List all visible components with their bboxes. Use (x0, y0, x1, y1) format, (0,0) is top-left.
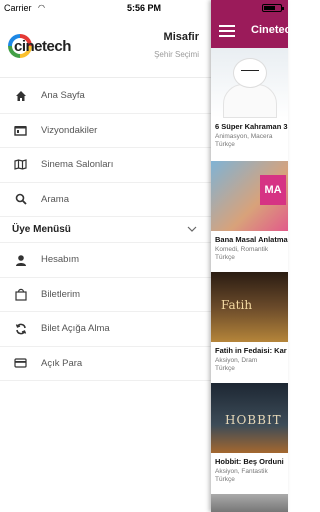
menu-label: Arama (41, 193, 69, 205)
menu-label: Bilet Açığa Alma (41, 323, 110, 335)
poster-title: HOBBIT (225, 413, 282, 427)
status-bar: Carrier ◠ 5:56 PM (0, 0, 288, 16)
movie-poster[interactable] (211, 48, 288, 118)
home-icon (0, 90, 41, 102)
movie-genre: Aksiyon, Fantastik (215, 468, 268, 475)
movie-title: Fatih in Fedaisi: Kar (215, 346, 287, 355)
movie-language: Türkçe (215, 476, 235, 483)
menu-item-tickets[interactable]: Biletlerim (0, 278, 211, 312)
menu-label: Açık Para (41, 357, 83, 369)
drawer-menu: Ana Sayfa Vizyondakiler Sinema Salonları… (0, 79, 211, 381)
hamburger-icon[interactable] (219, 25, 235, 37)
menu-label: Sinema Salonları (41, 159, 114, 171)
refresh-icon (0, 323, 41, 335)
search-icon (0, 193, 41, 205)
menu-item-home[interactable]: Ana Sayfa (0, 79, 211, 114)
drawer-header: cinetech Misafir Şehir Seçimi (0, 16, 211, 78)
film-icon (0, 125, 41, 136)
user-name: Misafir (163, 31, 199, 43)
navigation-drawer: cinetech Misafir Şehir Seçimi Ana Sayfa … (0, 0, 211, 512)
menu-label: Biletlerim (41, 288, 81, 300)
cinetech-logo: cinetech (8, 34, 71, 60)
user-icon (0, 254, 41, 266)
menu-item-open-balance[interactable]: Açık Para (0, 347, 211, 381)
movie-title: Hobbit: Beş Orduni (215, 457, 284, 466)
movie-poster[interactable]: Fatih (211, 272, 288, 342)
content-panel[interactable]: Cinetech 6 Süper Kahraman 3 Animasyon, M… (211, 0, 288, 512)
battery-icon (262, 4, 284, 12)
movie-poster[interactable] (211, 494, 288, 512)
member-menu-title: Üye Menüsü (12, 224, 71, 235)
credit-card-icon (0, 358, 41, 368)
chevron-down-icon (187, 224, 197, 235)
map-icon (0, 159, 41, 171)
logo-text: cinetech (14, 38, 71, 55)
bag-icon (0, 288, 41, 301)
menu-item-account[interactable]: Hesabım (0, 243, 211, 278)
menu-label: Ana Sayfa (41, 90, 85, 102)
movie-title: 6 Süper Kahraman 3 (215, 122, 288, 131)
member-menu-toggle[interactable]: Üye Menüsü (0, 217, 211, 243)
movie-poster[interactable]: MA (211, 161, 288, 231)
menu-item-in-theaters[interactable]: Vizyondakiler (0, 114, 211, 148)
movie-genre: Komedi, Romantik (215, 246, 269, 253)
city-select-link[interactable]: Şehir Seçimi (154, 50, 199, 59)
movie-title: Bana Masal Anlatma (215, 235, 288, 244)
menu-item-ticket-release[interactable]: Bilet Açığa Alma (0, 312, 211, 347)
movie-genre: Aksiyon, Dram (215, 357, 258, 364)
app-title: Cinetech (251, 24, 288, 36)
poster-title: Fatih (221, 298, 253, 312)
menu-label: Hesabım (41, 254, 80, 266)
menu-item-search[interactable]: Arama (0, 183, 211, 217)
movie-language: Türkçe (215, 365, 235, 372)
movie-genre: Animasyon, Macera (215, 133, 273, 140)
movie-language: Türkçe (215, 254, 235, 261)
movie-language: Türkçe (215, 141, 235, 148)
menu-item-cinemas[interactable]: Sinema Salonları (0, 148, 211, 183)
poster-title: MA (260, 175, 286, 205)
clock: 5:56 PM (126, 3, 161, 13)
movie-poster[interactable]: HOBBIT (211, 383, 288, 453)
menu-label: Vizyondakiler (41, 124, 98, 136)
